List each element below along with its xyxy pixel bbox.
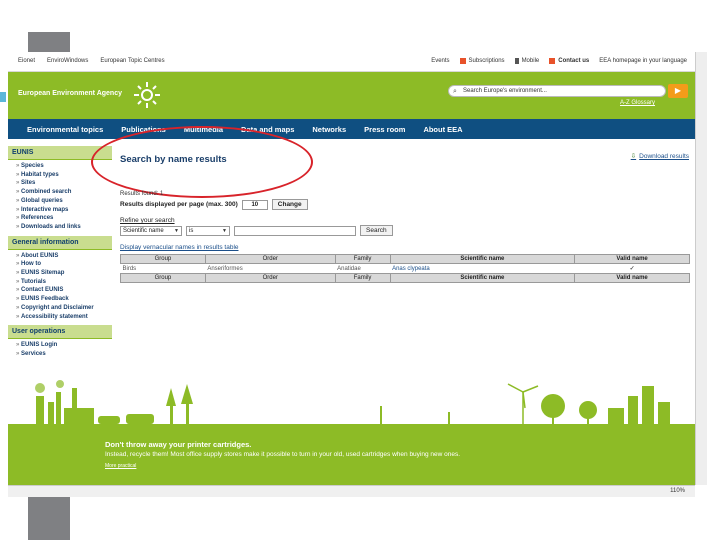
mobile-link[interactable]: Mobile xyxy=(514,58,539,64)
sidebar-item-accessibility[interactable]: Accessibility statement xyxy=(16,313,112,322)
refine-value-input[interactable] xyxy=(234,225,356,236)
table-header-row: Group Order Family Scientific name Valid… xyxy=(120,254,690,264)
sidebar-item-tutorials[interactable]: Tutorials xyxy=(16,278,112,287)
eionet-link[interactable]: Eionet xyxy=(18,58,35,64)
sidebar-item-interactive-maps[interactable]: Interactive maps xyxy=(16,206,112,215)
mobile-icon xyxy=(514,58,519,64)
per-page-label: Results displayed per page (max. 300) xyxy=(120,201,238,208)
nav-environmental-topics[interactable]: Environmental topics xyxy=(18,125,112,134)
refine-row: Scientific name ▼ is ▼ Search xyxy=(120,225,393,236)
sidebar-heading-general: General information xyxy=(8,235,112,250)
refine-search-button[interactable]: Search xyxy=(360,225,393,236)
col-group-footer[interactable]: Group xyxy=(120,273,206,283)
col-family-header[interactable]: Family xyxy=(334,254,391,264)
footer-illustration xyxy=(8,378,695,426)
download-icon: ⇩ xyxy=(630,153,637,160)
vertical-scrollbar[interactable] xyxy=(695,52,707,485)
slide-decoration-bar-top xyxy=(28,32,70,52)
change-button[interactable]: Change xyxy=(271,199,308,210)
sidebar-list-general: About EUNIS How to EUNIS Sitemap Tutoria… xyxy=(8,250,112,326)
mail-icon xyxy=(549,58,556,64)
cell-group: Birds xyxy=(122,265,137,272)
sidebar-item-combined-search[interactable]: Combined search xyxy=(16,188,112,197)
species-link[interactable]: Anas clypeata xyxy=(390,264,575,274)
tip-body: Instead, recycle them! Most office suppl… xyxy=(105,451,461,458)
per-page-row: Results displayed per page (max. 300) 10… xyxy=(120,199,308,210)
sidebar-item-feedback[interactable]: EUNIS Feedback xyxy=(16,295,112,304)
contact-link[interactable]: Contact us xyxy=(549,58,589,64)
tip-more-link[interactable]: More practical xyxy=(105,463,136,469)
col-family-footer[interactable]: Family xyxy=(334,273,391,283)
tip-headline: Don't throw away your printer cartridges… xyxy=(105,440,252,449)
nav-networks[interactable]: Networks xyxy=(303,125,355,134)
vernacular-names-link[interactable]: Display vernacular names in results tabl… xyxy=(120,244,239,251)
col-order-footer[interactable]: Order xyxy=(204,273,336,283)
subscriptions-link[interactable]: Subscriptions xyxy=(459,58,505,64)
annotation-oval xyxy=(91,126,313,198)
slide-decoration-bar-bottom xyxy=(28,497,70,540)
col-valid-header[interactable]: Valid name xyxy=(574,254,690,264)
subscriptions-icon xyxy=(459,58,466,64)
per-page-input[interactable]: 10 xyxy=(241,199,268,210)
results-count: Results found: 1 xyxy=(120,191,164,197)
sidebar-item-contact[interactable]: Contact EUNIS xyxy=(16,286,112,295)
col-scientific-footer[interactable]: Scientific name xyxy=(389,273,576,283)
sidebar-item-services[interactable]: Services xyxy=(16,350,112,359)
download-results-link[interactable]: ⇩ Download results xyxy=(630,152,689,161)
slide-decoration-marker xyxy=(0,92,6,102)
topic-centres-link[interactable]: European Topic Centres xyxy=(100,58,164,64)
site-search-input[interactable]: ⌕ Search Europe's environment... xyxy=(448,85,666,97)
sidebar-item-references[interactable]: References xyxy=(16,214,112,223)
nav-about-eea[interactable]: About EEA xyxy=(414,125,471,134)
sidebar-item-global-queries[interactable]: Global queries xyxy=(16,197,112,206)
sidebar-item-copyright[interactable]: Copyright and Disclaimer xyxy=(16,304,112,313)
sidebar-item-about-eunis[interactable]: About EUNIS xyxy=(16,252,112,261)
col-order-header[interactable]: Order xyxy=(204,254,336,264)
main-content: Search by name results ⇩ Download result… xyxy=(91,126,695,378)
sidebar-list-user: EUNIS Login Services xyxy=(8,339,112,362)
col-scientific-header[interactable]: Scientific name xyxy=(389,254,576,264)
cell-order: Anseriformes xyxy=(207,265,243,272)
language-link[interactable]: EEA homepage in your language xyxy=(599,58,687,64)
sidebar-item-how-to[interactable]: How to xyxy=(16,260,112,269)
agency-name[interactable]: European Environment Agency xyxy=(18,90,122,97)
table-row: Birds Anseriformes Anatidae Anas clypeat… xyxy=(121,264,690,274)
browser-status-bar: 110% xyxy=(8,485,695,497)
envirowindows-link[interactable]: EnviroWindows xyxy=(47,58,88,64)
site-header: European Environment Agency ⌕ Search Eur… xyxy=(8,72,695,119)
top-utility-bar: Eionet EnviroWindows European Topic Cent… xyxy=(8,52,695,72)
nav-press-room[interactable]: Press room xyxy=(355,125,414,134)
sidebar-item-login[interactable]: EUNIS Login xyxy=(16,341,112,350)
cell-family: Anatidae xyxy=(337,265,361,272)
results-table: Group Order Family Scientific name Valid… xyxy=(120,254,690,283)
table-footer-row: Group Order Family Scientific name Valid… xyxy=(120,273,690,283)
dropdown-arrow-icon: ▼ xyxy=(222,227,227,234)
refine-label: Refine your search xyxy=(120,217,175,224)
events-link[interactable]: Events xyxy=(431,58,449,64)
col-valid-footer[interactable]: Valid name xyxy=(574,273,690,283)
site-search-button[interactable]: ▶ xyxy=(668,84,688,98)
sidebar-item-downloads[interactable]: Downloads and links xyxy=(16,223,112,232)
sidebar-heading-user: User operations xyxy=(8,325,112,340)
tip-footer: Don't throw away your printer cartridges… xyxy=(8,426,695,485)
sidebar-item-sites[interactable]: Sites xyxy=(16,179,112,188)
refine-operator-select[interactable]: is ▼ xyxy=(186,225,230,236)
col-group-header[interactable]: Group xyxy=(120,254,206,264)
sidebar-item-sitemap[interactable]: EUNIS Sitemap xyxy=(16,269,112,278)
search-icon: ⌕ xyxy=(453,88,457,95)
dropdown-arrow-icon: ▼ xyxy=(174,227,179,234)
main-navigation: Environmental topics Publications Multim… xyxy=(8,119,695,139)
eea-logo-icon xyxy=(134,82,160,108)
valid-check-icon: ✓ xyxy=(629,266,635,272)
zoom-level[interactable]: 110% xyxy=(670,488,685,494)
glossary-link[interactable]: A-Z Glossary xyxy=(620,100,655,106)
refine-field-select[interactable]: Scientific name ▼ xyxy=(120,225,182,236)
sidebar: EUNIS Species Habitat types Sites Combin… xyxy=(8,146,112,378)
